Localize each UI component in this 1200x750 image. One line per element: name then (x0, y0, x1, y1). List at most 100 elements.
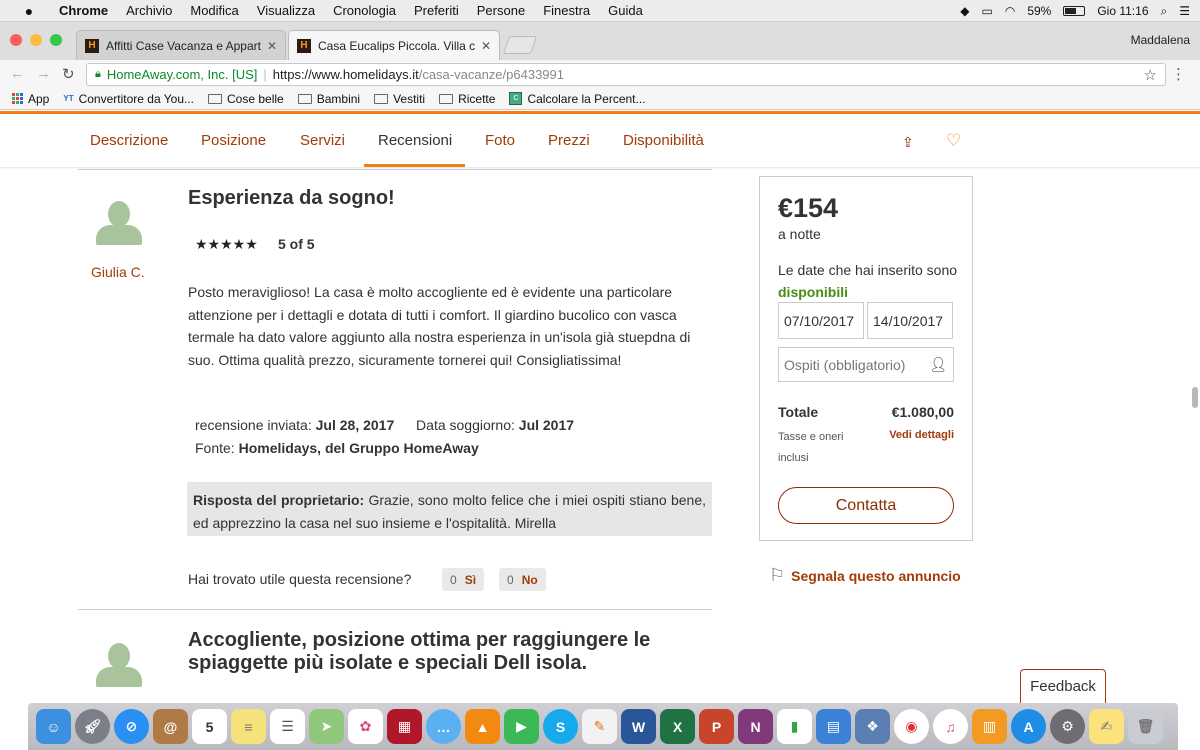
photos-icon[interactable]: ✿ (348, 709, 383, 744)
menu-chrome[interactable]: Chrome (59, 3, 108, 18)
airplay-icon[interactable]: ▭ (981, 4, 992, 18)
close-window-button[interactable] (10, 34, 22, 46)
chrome-icon[interactable]: ◉ (894, 709, 929, 744)
battery-icon[interactable] (1063, 6, 1086, 16)
minimize-window-button[interactable] (30, 34, 42, 46)
bookmark-youtube-converter[interactable]: YT Convertitore da You... (63, 92, 194, 106)
contact-button[interactable]: Contatta (778, 487, 954, 524)
menu-archivio[interactable]: Archivio (126, 3, 172, 18)
wifi-icon[interactable]: ◠ (1005, 4, 1015, 18)
stickies-icon[interactable]: ✍ (1089, 709, 1124, 744)
bookmark-percentage-calculator[interactable]: C Calcolare la Percent... (509, 92, 646, 106)
bookmarks-bar: App YT Convertitore da You... Cose belle… (0, 88, 1200, 110)
messages-icon[interactable]: … (426, 709, 461, 744)
bookmark-label: Cose belle (227, 91, 284, 106)
facetime-icon[interactable]: ▶ (504, 709, 539, 744)
youtube-converter-icon: YT (63, 94, 74, 103)
menu-visualizza[interactable]: Visualizza (257, 3, 315, 18)
zoom-window-button[interactable] (50, 34, 62, 46)
finder-icon[interactable]: ☺ (36, 709, 71, 744)
nav-disponibilita[interactable]: Disponibilità (623, 132, 704, 149)
back-arrow-icon[interactable]: ← (10, 65, 25, 82)
app-store-icon[interactable]: A (1011, 709, 1046, 744)
maps-icon[interactable]: ➤ (309, 709, 344, 744)
price-unit: a notte (778, 226, 821, 242)
helpful-no-button[interactable]: 0 No (499, 568, 546, 591)
keynote-icon[interactable]: ▤ (816, 709, 851, 744)
menu-guida[interactable]: Guida (608, 3, 643, 18)
feedback-button[interactable]: Feedback (1020, 669, 1106, 703)
report-listing-link[interactable]: ⚐ Segnala questo annuncio (769, 565, 961, 586)
itunes-icon[interactable]: ♫ (933, 709, 968, 744)
page-scrollbar-thumb[interactable] (1192, 387, 1198, 408)
nav-posizione[interactable]: Posizione (201, 132, 266, 149)
menu-modifica[interactable]: Modifica (190, 3, 238, 18)
numbers-icon[interactable]: ▮ (777, 709, 812, 744)
close-tab-icon[interactable]: ✕ (481, 39, 491, 53)
clock[interactable]: Gio 11:16 (1097, 4, 1148, 18)
view-details-link[interactable]: Vedi dettagli (889, 429, 954, 441)
spotlight-icon[interactable]: ⌕ (1161, 4, 1168, 19)
bookmark-apps[interactable]: App (12, 92, 49, 106)
skype-icon[interactable]: S (543, 709, 578, 744)
checkout-date-field[interactable]: 14/10/2017 (867, 302, 953, 339)
browser-tab-2-active[interactable]: H Casa Eucalips Piccola. Villa co ✕ (288, 30, 500, 60)
share-icon[interactable]: ⇪ (902, 134, 914, 151)
powerpoint-icon[interactable]: P (699, 709, 734, 744)
ibooks-icon[interactable]: ▥ (972, 709, 1007, 744)
safari-icon[interactable]: ⊘ (114, 709, 149, 744)
pages-icon[interactable]: ✎ (582, 709, 617, 744)
menu-persone[interactable]: Persone (477, 3, 525, 18)
bookmark-star-icon[interactable]: ☆ (1144, 66, 1157, 84)
contacts-icon[interactable]: @ (153, 709, 188, 744)
guests-field[interactable]: Ospiti (obbligatorio) 👤︎ (778, 347, 954, 382)
forward-arrow-icon[interactable]: → (36, 65, 51, 82)
excel-icon[interactable]: X (660, 709, 695, 744)
nav-prezzi[interactable]: Prezzi (548, 132, 590, 149)
availability-text: Le date che hai inserito sono (778, 262, 958, 278)
dropbox-icon[interactable]: ◆ (960, 4, 969, 18)
bookmark-folder-vestiti[interactable]: Vestiti (374, 92, 425, 106)
notes-icon[interactable]: ≡ (231, 709, 266, 744)
browser-toolbar: ← → ↻ 🔒︎ HomeAway.com, Inc. [US] | https… (0, 60, 1200, 88)
review-body: Posto meraviglioso! La casa è molto acco… (188, 284, 691, 368)
word-icon[interactable]: W (621, 709, 656, 744)
checkin-date-field[interactable]: 07/10/2017 (778, 302, 864, 339)
url-host: https://www.homelidays.it (272, 67, 419, 82)
menu-preferiti[interactable]: Preferiti (414, 3, 459, 18)
close-tab-icon[interactable]: ✕ (267, 39, 277, 53)
system-preferences-icon[interactable]: ⚙ (1050, 709, 1085, 744)
address-bar[interactable]: 🔒︎ HomeAway.com, Inc. [US] | https://www… (86, 63, 1166, 86)
helpful-yes-button[interactable]: 0 Sì (442, 568, 485, 591)
reload-icon[interactable]: ↻ (62, 65, 75, 83)
calendar-icon[interactable]: 5 (192, 709, 227, 744)
bookmark-label: Convertitore da You... (78, 91, 195, 106)
onenote-icon[interactable]: N (738, 709, 773, 744)
apple-menu-icon[interactable]: ● (18, 3, 40, 19)
preview-icon[interactable]: ❖ (855, 709, 890, 744)
nav-recensioni[interactable]: Recensioni (378, 132, 452, 149)
vlc-icon[interactable]: ▲ (465, 709, 500, 744)
bookmark-folder-bambini[interactable]: Bambini (297, 92, 360, 106)
launchpad-icon[interactable]: 🚀︎ (75, 709, 110, 744)
chrome-profile-name[interactable]: Maddalena (1131, 33, 1190, 47)
nav-descrizione[interactable]: Descrizione (90, 132, 168, 149)
homelidays-favicon: H (297, 38, 311, 53)
chrome-menu-icon[interactable]: ⋮ (1171, 65, 1186, 83)
notification-center-icon[interactable]: ☰ (1179, 4, 1190, 18)
trash-icon[interactable]: 🗑︎ (1128, 709, 1163, 744)
bookmark-folder-ricette[interactable]: Ricette (439, 92, 495, 106)
browser-tab-1[interactable]: H Affitti Case Vacanza e Apparta ✕ (76, 30, 286, 60)
menu-finestra[interactable]: Finestra (543, 3, 590, 18)
nav-servizi[interactable]: Servizi (300, 132, 345, 149)
photo-booth-icon[interactable]: ▦ (387, 709, 422, 744)
new-tab-button[interactable] (502, 36, 538, 54)
reminders-icon[interactable]: ☰ (270, 709, 305, 744)
nav-foto[interactable]: Foto (485, 132, 515, 149)
bookmark-folder-cose-belle[interactable]: Cose belle (208, 92, 284, 106)
bookmark-label: Vestiti (393, 91, 426, 106)
heart-favorite-icon[interactable]: ♡ (946, 131, 961, 151)
review-title: Accogliente, posizione ottima per raggiu… (188, 629, 651, 674)
menu-cronologia[interactable]: Cronologia (333, 3, 396, 18)
reviewer-avatar (94, 641, 144, 689)
